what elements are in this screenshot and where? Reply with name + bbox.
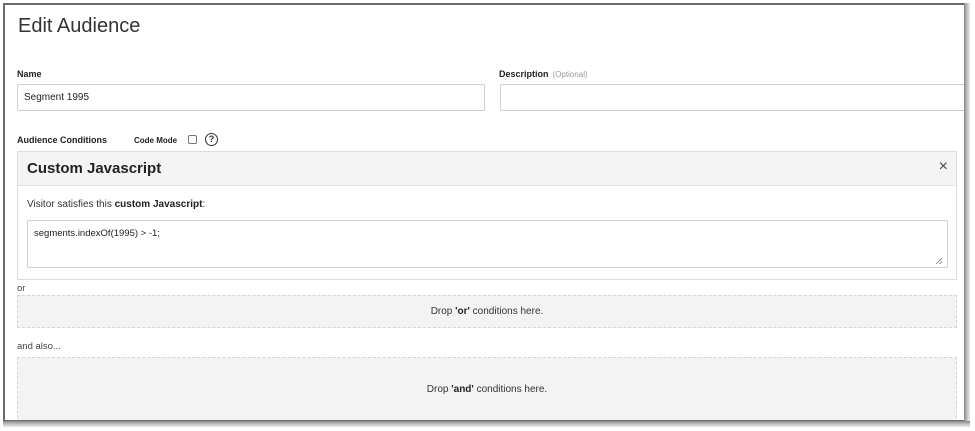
description-label: Description (Optional)	[499, 69, 588, 79]
and-drop-prefix: Drop	[426, 384, 452, 395]
and-drop-zone[interactable]: Drop 'and' conditions here.	[17, 357, 957, 420]
panel-title: Custom Javascript	[27, 160, 162, 177]
description-label-text: Description	[499, 69, 549, 79]
and-also-label: and also...	[17, 341, 61, 352]
panel-header: Custom Javascript ×	[18, 152, 956, 186]
and-drop-suffix: conditions here.	[473, 384, 548, 395]
help-circle-icon[interactable]: ?	[205, 133, 218, 146]
name-input[interactable]	[17, 84, 485, 111]
window-shadow-right	[964, 3, 970, 427]
code-mode-label: Code Mode	[134, 136, 178, 145]
code-mode-checkbox[interactable]	[188, 135, 197, 144]
optional-hint: (Optional)	[552, 70, 588, 79]
or-drop-prefix: Drop	[430, 306, 456, 317]
edit-audience-window: Edit Audience Name Description(Optional)…	[3, 3, 966, 422]
audience-conditions-label: Audience Conditions	[17, 135, 107, 145]
resize-grip-icon[interactable]	[936, 258, 942, 264]
or-label: or	[17, 283, 26, 294]
name-label: Name	[17, 69, 42, 79]
or-drop-zone[interactable]: Drop 'or' conditions here.	[17, 295, 957, 328]
description-input[interactable]	[500, 84, 966, 111]
condition-suffix: :	[202, 199, 206, 210]
custom-javascript-panel: Custom Javascript × Visitor satisfies th…	[17, 151, 957, 280]
close-icon[interactable]: ×	[939, 158, 948, 176]
condition-description: Visitor satisfies this custom Javascript…	[27, 199, 205, 210]
or-drop-bold: 'or'	[455, 306, 470, 317]
condition-bold: custom Javascript	[114, 199, 203, 210]
window-shadow-bottom	[3, 421, 970, 427]
condition-prefix: Visitor satisfies this	[27, 199, 115, 210]
page-title: Edit Audience	[18, 15, 141, 37]
javascript-code-textarea[interactable]: segments.indexOf(1995) > -1;	[27, 220, 948, 268]
or-drop-suffix: conditions here.	[469, 306, 544, 317]
and-drop-bold: 'and'	[451, 384, 474, 395]
